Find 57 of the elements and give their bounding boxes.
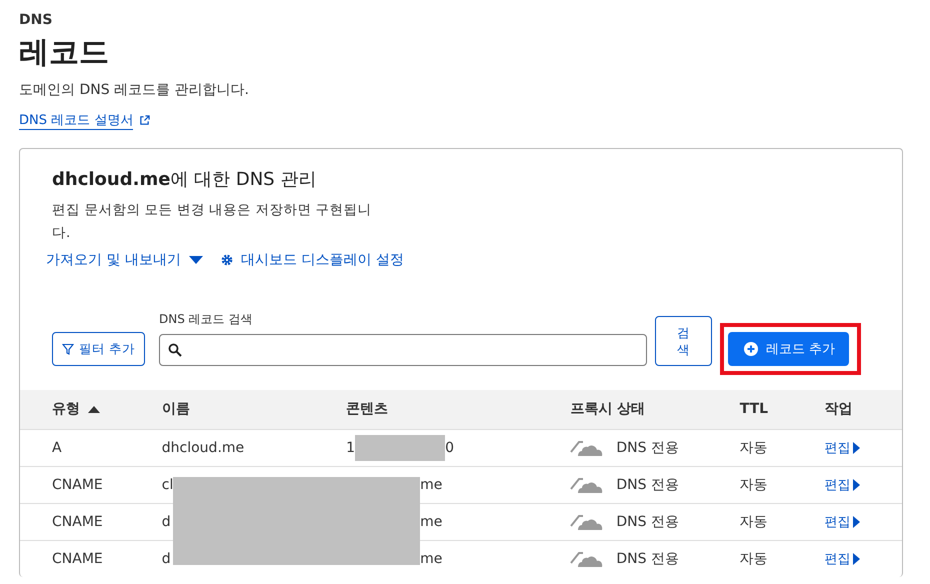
edit-button[interactable]: 편집: [824, 476, 860, 494]
edit-button[interactable]: 편집: [824, 512, 860, 530]
page-title: 레코드: [19, 34, 110, 72]
record-name: d: [162, 514, 171, 530]
record-ttl: 자동: [740, 440, 768, 456]
search-field[interactable]: [158, 334, 647, 366]
record-name: d: [162, 550, 171, 567]
card-heading: dhcloud.me에 대한 DNS 관리: [52, 168, 318, 191]
record-name: cl: [162, 476, 174, 492]
column-header[interactable]: 콘텐츠: [346, 400, 388, 418]
record-ttl: 자동: [740, 550, 768, 567]
cloud-icon: [570, 438, 604, 456]
caret-right-icon: [853, 442, 860, 454]
card-note: 편집 문서함의 모든 변경 내용은 저장하면 구현됩니 다.: [52, 201, 373, 243]
plus-circle-icon: [744, 342, 758, 356]
column-header[interactable]: 이름: [162, 400, 190, 418]
cloud-icon: [570, 550, 604, 568]
record-type: CNAME: [52, 514, 103, 530]
section-label: DNS: [19, 12, 54, 28]
record-content: 1: [346, 439, 356, 456]
cloud-icon: [570, 476, 604, 494]
gear-icon: [220, 254, 233, 266]
caret-icon: [188, 256, 203, 264]
cloud-icon: [570, 512, 604, 530]
record-type: A: [52, 440, 62, 456]
filter-icon: [62, 343, 74, 355]
edit-button[interactable]: 편집: [824, 438, 860, 456]
caret-right-icon: [853, 552, 860, 565]
dashboard-settings-button[interactable]: 대시보드 디스플레이 설정: [220, 251, 404, 269]
proxy-status: DNS 전용: [616, 512, 679, 530]
column-header[interactable]: 유형: [52, 400, 80, 418]
record-ttl: 자동: [740, 476, 768, 492]
edit-button[interactable]: 편집: [824, 550, 860, 568]
add-record-button[interactable]: 레코드 추가: [728, 332, 850, 366]
record-ttl: 자동: [740, 514, 768, 530]
record-content: me: [420, 550, 442, 567]
import-export-button[interactable]: 가져오기 및 내보내기: [46, 251, 203, 269]
record-content: me: [420, 514, 442, 530]
record-content: me: [420, 476, 442, 492]
docs-link[interactable]: DNS 레코드 설명서: [19, 111, 134, 130]
column-header[interactable]: 작업: [824, 400, 852, 418]
column-header[interactable]: TTL: [740, 401, 768, 418]
record-content: 0: [445, 439, 454, 456]
record-name: dhcloud.me: [162, 440, 244, 456]
caret-right-icon: [853, 516, 860, 528]
caret-right-icon: [853, 478, 860, 490]
record-type: CNAME: [52, 476, 103, 492]
add-filter-button[interactable]: 필터 추가: [52, 332, 145, 366]
proxy-status: DNS 전용: [616, 438, 679, 456]
page-description: 도메인의 DNS 레코드를 관리합니다.: [19, 81, 250, 99]
external-link-icon: [139, 115, 150, 126]
search-icon: [168, 343, 182, 357]
proxy-status: DNS 전용: [616, 476, 679, 494]
proxy-status: DNS 전용: [616, 550, 679, 568]
search-button[interactable]: 검 색: [654, 316, 712, 366]
search-label: DNS 레코드 검색: [158, 311, 254, 328]
record-type: CNAME: [52, 550, 103, 567]
